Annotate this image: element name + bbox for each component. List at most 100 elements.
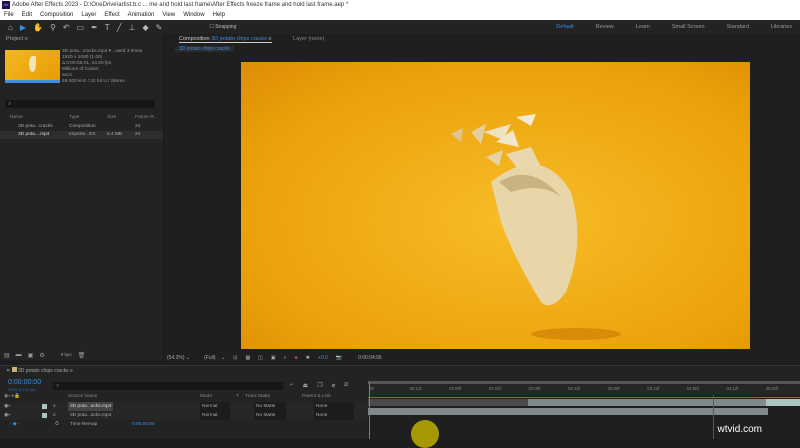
time-ruler[interactable]: 0f 00:12f 01:00f 01:12f 02:00f 02:12f 03:00f 03… — [368, 385, 800, 395]
draft-3d-icon[interactable]: ⧄ — [344, 382, 348, 389]
pen-tool-icon[interactable]: ✒ — [91, 23, 98, 32]
menu-effect[interactable]: Effect — [104, 10, 119, 20]
menu-composition[interactable]: Composition — [40, 10, 73, 20]
layer-name[interactable]: 3D pota...acks.mp4 — [68, 402, 114, 411]
menu-layer[interactable]: Layer — [81, 10, 96, 20]
region-icon[interactable]: ⊡ — [233, 355, 237, 361]
menu-file[interactable]: File — [4, 10, 14, 20]
project-search-input[interactable]: ⌕ — [5, 100, 155, 108]
rectangle-tool-icon[interactable]: ▭ — [77, 23, 85, 32]
rotate-tool-icon[interactable]: ↶ — [63, 23, 70, 32]
work-area-bar[interactable] — [368, 381, 800, 384]
parent-dropdown[interactable]: None — [314, 411, 354, 420]
stamp-tool-icon[interactable]: ⊥ — [129, 23, 136, 32]
keyframe-nav-icon[interactable]: ‹ ◆ › — [10, 420, 20, 429]
project-tab[interactable]: Project ≡ — [0, 34, 163, 45]
text-tool-icon[interactable]: T — [105, 23, 110, 32]
zoom-tool-icon[interactable]: ⚲ — [50, 23, 56, 32]
ruler-tick: 05:00f — [766, 386, 778, 391]
selection-tool-icon[interactable]: ▶ — [20, 23, 26, 32]
col-mode[interactable]: Mode — [200, 392, 212, 401]
current-time-display[interactable]: 0:00:00:00 — [8, 379, 41, 386]
interpret-footage-icon[interactable]: ▤ — [4, 352, 10, 360]
motion-blur-icon[interactable]: ❐ — [317, 382, 322, 389]
timeline-switches: ⌐ ⏏ ❐ ⌀ ⧄ — [290, 382, 348, 389]
layer-2-bar[interactable] — [368, 408, 768, 415]
col-parent[interactable]: Parent & Link — [302, 392, 331, 401]
puppet-tool-icon[interactable]: ✎ — [156, 23, 163, 32]
layer-tab[interactable]: Layer (none) — [293, 36, 324, 42]
workspace-learn[interactable]: Learn — [636, 20, 650, 34]
col-type[interactable]: Type — [55, 114, 107, 122]
track-matte-dropdown[interactable]: No Matte — [254, 402, 286, 411]
layer-name[interactable]: 3D pota...acks.mp4 — [68, 411, 113, 420]
layer-number: 2 — [53, 413, 56, 418]
workspace-standard[interactable]: Standard — [727, 20, 749, 34]
new-folder-icon[interactable]: ▬ — [16, 352, 22, 360]
col-source-name[interactable]: Source Name — [68, 392, 97, 401]
timeline-search-input[interactable]: ⌕ — [53, 382, 283, 390]
mode-dropdown[interactable]: Normal — [200, 402, 230, 411]
col-t[interactable]: T — [236, 392, 239, 401]
eraser-tool-icon[interactable]: ◆ — [142, 23, 148, 32]
col-fps[interactable]: Frame R... — [135, 114, 158, 122]
shy-icon[interactable]: ⌐ — [290, 382, 294, 389]
hand-tool-icon[interactable]: ✋ — [33, 23, 43, 32]
resolution-dropdown[interactable]: (Full) ⌄ — [204, 355, 225, 361]
workspace-review[interactable]: Review — [596, 20, 614, 34]
composition-viewer[interactable] — [241, 62, 750, 349]
snapping-checkbox[interactable]: ☐ Snapping — [209, 24, 236, 30]
snapshot-icon[interactable]: 📷 — [336, 355, 342, 361]
composition-tab[interactable]: Composition 3D potato chips cracks ≡ — [179, 36, 272, 43]
parent-dropdown[interactable]: None — [314, 402, 354, 411]
magnification-dropdown[interactable]: (54.3%) ⌄ — [167, 355, 190, 361]
layer-1-bar-dim[interactable] — [368, 399, 528, 406]
layer-1-bar-end[interactable] — [766, 399, 800, 406]
transparency-grid-icon[interactable]: ▩ — [245, 355, 250, 361]
label-color[interactable] — [42, 404, 47, 409]
project-item[interactable]: 3D pota...cracks Composition 24 — [0, 123, 163, 131]
mode-dropdown[interactable]: Normal — [200, 411, 230, 420]
graph-editor-icon[interactable]: ⌀ — [332, 382, 336, 389]
new-comp-icon[interactable]: ▣ — [28, 352, 34, 360]
mask-icon[interactable]: ◫ — [258, 355, 263, 361]
menu-animation[interactable]: Animation — [128, 10, 155, 20]
quality-value: (Full) — [204, 354, 216, 361]
project-item[interactable]: 3D pota....mp4 Importe...EX 5.4 MB 24 — [0, 131, 163, 139]
playhead[interactable] — [369, 382, 370, 439]
3d-view-icon[interactable]: ⌕ — [284, 355, 287, 361]
color-channel-icon[interactable]: ♣ — [294, 355, 297, 361]
stopwatch-icon[interactable]: ⏱ — [55, 420, 59, 429]
home-icon[interactable]: ⌂ — [8, 23, 13, 32]
comp-timecode[interactable]: 0:00:04:06 — [358, 355, 382, 361]
visibility-icon[interactable]: ◉◐ — [4, 402, 11, 411]
menu-help[interactable]: Help — [213, 10, 225, 20]
menu-view[interactable]: View — [162, 10, 175, 20]
col-name[interactable]: Name — [0, 114, 55, 122]
menu-edit[interactable]: Edit — [22, 10, 32, 20]
layer-1-bar[interactable] — [528, 399, 766, 406]
col-size[interactable]: Size — [107, 114, 135, 122]
timeline-tab[interactable]: ✕ 3D potato chips cracks ≡ — [0, 365, 800, 375]
comp-subtab[interactable]: 3D potato chips cracks — [175, 46, 234, 52]
workspace-default[interactable]: Default — [556, 20, 573, 34]
workspace-libraries[interactable]: Libraries — [771, 20, 792, 34]
layer-row[interactable]: ◉◐ 1 3D pota...acks.mp4 Normal No Matte None — [0, 402, 368, 411]
exposure-value[interactable]: +0.0 — [318, 355, 328, 361]
timeline-tab-label: 3D potato chips cracks — [17, 368, 69, 374]
layer-row[interactable]: ◉◐ 2 3D pota...acks.mp4 Normal No Matte None — [0, 411, 368, 420]
exposure-icon[interactable]: ✺ — [306, 355, 310, 361]
settings-icon[interactable]: ⚙ — [39, 352, 44, 360]
track-matte-dropdown[interactable]: No Matte — [254, 411, 286, 420]
brush-tool-icon[interactable]: ╱ — [117, 23, 122, 32]
bpc-label[interactable]: 8 bpc — [61, 352, 72, 360]
frame-blend-icon[interactable]: ⏏ — [303, 382, 309, 389]
menu-window[interactable]: Window — [183, 10, 204, 20]
workspace-small-screen[interactable]: Small Screen — [672, 20, 705, 34]
delete-icon[interactable]: 🗑 — [78, 352, 86, 360]
label-color[interactable] — [42, 413, 47, 418]
property-value[interactable]: 0:00:00:00 — [132, 420, 155, 429]
guides-icon[interactable]: ▣ — [271, 355, 276, 361]
visibility-icon[interactable]: ◉◐ — [4, 411, 11, 420]
col-track-matte[interactable]: Track Matte — [245, 392, 270, 401]
